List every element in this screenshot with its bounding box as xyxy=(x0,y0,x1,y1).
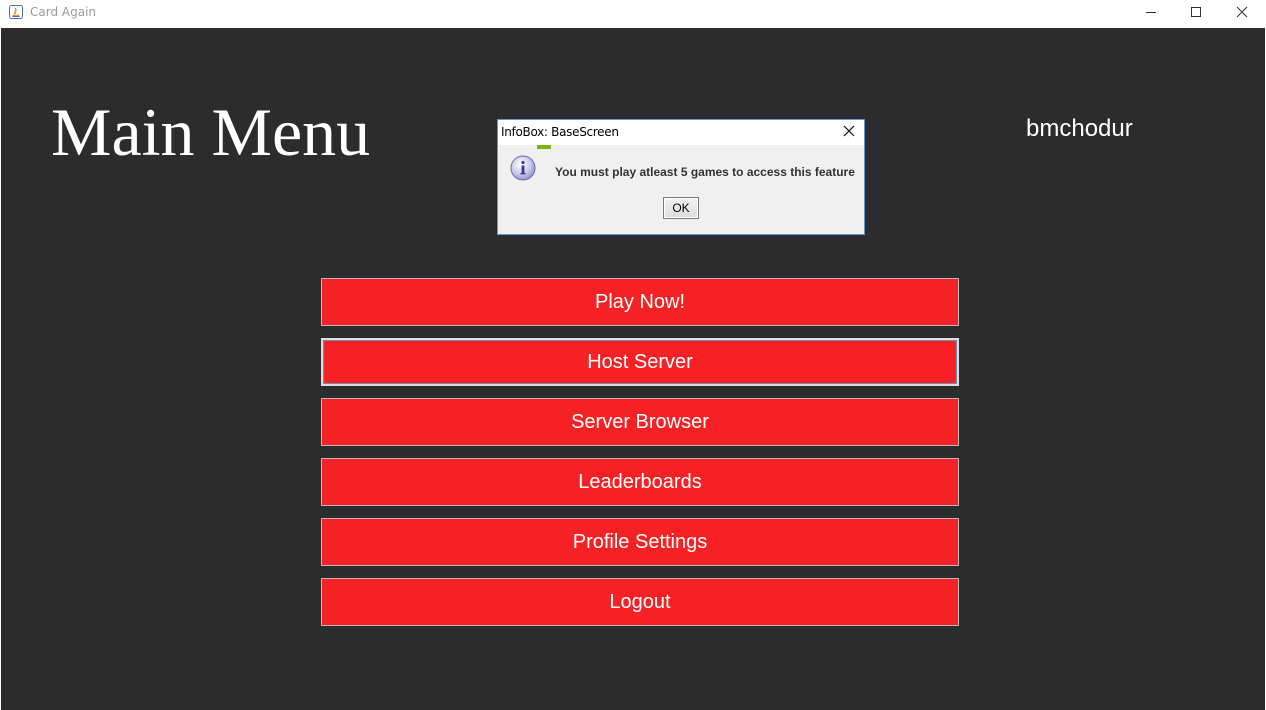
dialog-close-button[interactable] xyxy=(836,122,862,144)
username-label: bmchodur xyxy=(1026,115,1133,142)
maximize-button[interactable] xyxy=(1173,0,1219,27)
close-icon xyxy=(1236,5,1248,23)
ok-button[interactable]: OK xyxy=(663,197,699,219)
minimize-button[interactable] xyxy=(1128,0,1174,27)
dialog-titlebar[interactable]: InfoBox: BaseScreen xyxy=(498,120,864,145)
play-now-button[interactable]: Play Now! xyxy=(321,278,959,326)
minimize-icon xyxy=(1145,5,1157,23)
logout-button[interactable]: Logout xyxy=(321,578,959,626)
profile-settings-button[interactable]: Profile Settings xyxy=(321,518,959,566)
host-server-button[interactable]: Host Server xyxy=(321,338,959,386)
page-title: Main Menu xyxy=(51,94,371,170)
server-browser-button[interactable]: Server Browser xyxy=(321,398,959,446)
info-dialog: InfoBox: BaseScreen You must play atleas… xyxy=(497,119,865,235)
dialog-accent-mark xyxy=(537,145,551,149)
leaderboards-button[interactable]: Leaderboards xyxy=(321,458,959,506)
java-app-icon xyxy=(9,5,23,19)
dialog-title: InfoBox: BaseScreen xyxy=(501,125,619,139)
info-icon xyxy=(510,155,536,181)
window-titlebar[interactable]: Card Again xyxy=(0,0,1266,27)
dialog-message: You must play atleast 5 games to access … xyxy=(555,165,855,179)
window-title: Card Again xyxy=(30,5,97,19)
close-icon xyxy=(843,124,855,142)
maximize-icon xyxy=(1190,5,1202,23)
close-button[interactable] xyxy=(1219,0,1265,27)
